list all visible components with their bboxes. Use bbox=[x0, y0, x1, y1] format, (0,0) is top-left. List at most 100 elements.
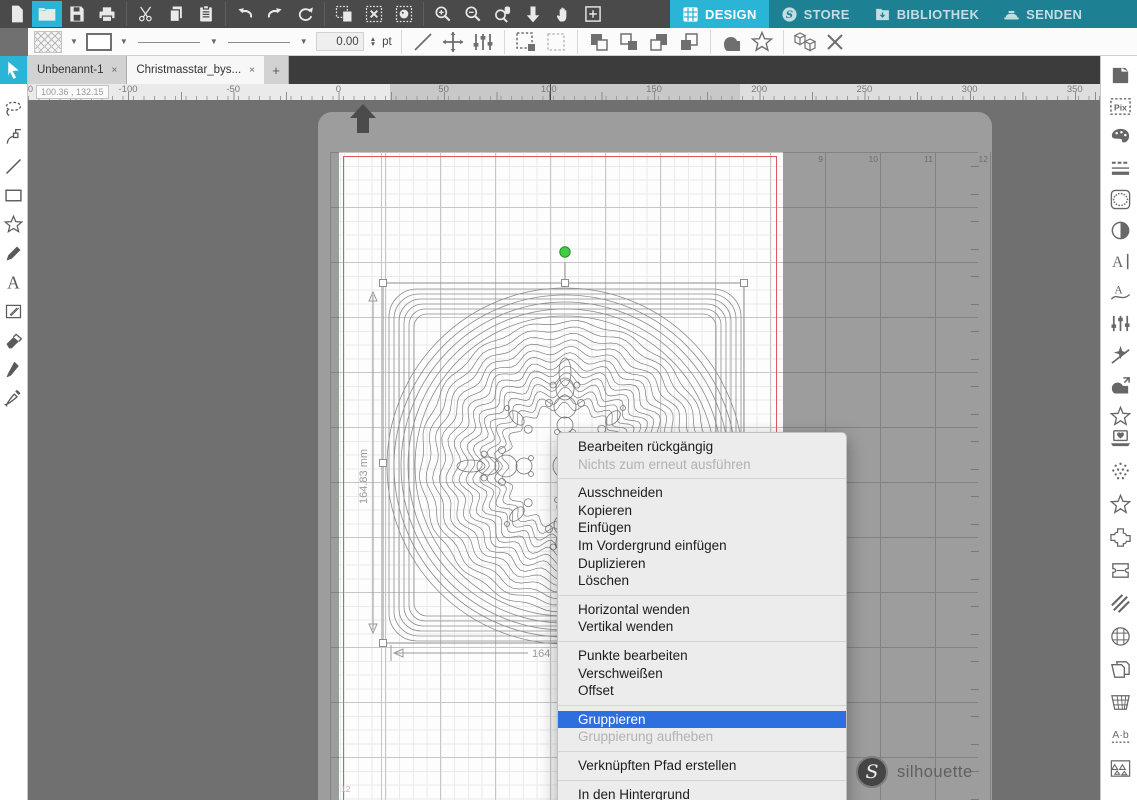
stroke-swatch[interactable] bbox=[86, 33, 112, 51]
nav-tab-design[interactable]: DESIGN bbox=[670, 0, 769, 28]
clipboard-button[interactable] bbox=[191, 1, 221, 27]
line-styles-panel-button[interactable] bbox=[1107, 155, 1133, 181]
menu-item-offset[interactable]: Offset bbox=[558, 682, 846, 700]
recolor-sel-button[interactable] bbox=[389, 1, 419, 27]
eraser-tool[interactable] bbox=[0, 326, 27, 354]
nav-tab-store[interactable]: S STORE bbox=[769, 0, 862, 28]
scissors-button[interactable] bbox=[131, 1, 161, 27]
hatch-panel-button[interactable] bbox=[1107, 590, 1133, 616]
menu-item-einf-gen[interactable]: Einfügen bbox=[558, 519, 846, 537]
fit-page-button[interactable] bbox=[578, 1, 608, 27]
group-boxes-icon[interactable] bbox=[793, 30, 817, 54]
weld-icon[interactable] bbox=[720, 30, 744, 54]
nest-panel-button[interactable] bbox=[1107, 755, 1133, 781]
paste-sel-button[interactable] bbox=[329, 1, 359, 27]
glyphs-panel-button[interactable]: A·b bbox=[1107, 722, 1133, 748]
hand-button[interactable] bbox=[548, 1, 578, 27]
nav-tab-senden[interactable]: SENDEN bbox=[991, 0, 1094, 28]
puzzle-panel-button[interactable] bbox=[1107, 524, 1133, 550]
send-to-back-icon[interactable] bbox=[677, 30, 701, 54]
stroke-width-input[interactable]: 0.00 bbox=[316, 32, 364, 51]
pencil-tool[interactable] bbox=[0, 239, 27, 267]
fill-swatch[interactable] bbox=[34, 31, 62, 53]
pixscan-panel-button[interactable]: Pix bbox=[1107, 93, 1133, 119]
refresh-button[interactable] bbox=[290, 1, 320, 27]
close-tab-icon[interactable]: × bbox=[112, 65, 118, 76]
offset-shape-panel-button[interactable] bbox=[1107, 372, 1133, 398]
selection-handle[interactable] bbox=[380, 460, 387, 467]
close-tab-icon[interactable]: × bbox=[249, 65, 255, 76]
node-tool[interactable] bbox=[0, 123, 27, 151]
delete-sel-button[interactable] bbox=[359, 1, 389, 27]
menu-item-verkn-pften-pfad-erstellen[interactable]: Verknüpften Pfad erstellen bbox=[558, 757, 846, 775]
menu-item-kopieren[interactable]: Kopieren bbox=[558, 502, 846, 520]
star-shape-icon[interactable] bbox=[750, 30, 774, 54]
menu-item-ausschneiden[interactable]: Ausschneiden bbox=[558, 484, 846, 502]
selection-handle[interactable] bbox=[380, 640, 387, 647]
move-tool-icon[interactable] bbox=[441, 30, 465, 54]
menu-item-duplizieren[interactable]: Duplizieren bbox=[558, 555, 846, 573]
pages-panel-button[interactable] bbox=[1107, 656, 1133, 682]
new-tab-button[interactable]: + bbox=[264, 56, 289, 84]
contrast-panel-button[interactable] bbox=[1107, 217, 1133, 243]
line-style-sample[interactable] bbox=[136, 35, 202, 49]
menu-item-punkte-bearbeiten[interactable]: Punkte bearbeiten bbox=[558, 647, 846, 665]
rotation-handle[interactable] bbox=[560, 247, 570, 257]
laptop-heart-panel-button[interactable] bbox=[1107, 425, 1133, 451]
transform-sliders-icon[interactable] bbox=[471, 30, 495, 54]
star-panel-button[interactable] bbox=[1107, 491, 1133, 517]
palette-panel-button[interactable] bbox=[1107, 124, 1133, 150]
selection-handle[interactable] bbox=[380, 280, 387, 287]
redo-button[interactable] bbox=[260, 1, 290, 27]
stamp-panel-button[interactable] bbox=[1107, 557, 1133, 583]
zoom-out-button[interactable] bbox=[458, 1, 488, 27]
note-tool[interactable] bbox=[0, 297, 27, 325]
save-button[interactable] bbox=[62, 1, 92, 27]
fill-dropdown-caret[interactable]: ▼ bbox=[68, 37, 80, 46]
select-tool[interactable] bbox=[0, 56, 27, 84]
rect-tool[interactable] bbox=[0, 181, 27, 209]
line-weight-sample[interactable] bbox=[226, 35, 292, 49]
menu-item-vertikal-wenden[interactable]: Vertikal wenden bbox=[558, 618, 846, 636]
dropper-tool[interactable] bbox=[0, 384, 27, 412]
line-tool[interactable] bbox=[0, 152, 27, 180]
send-backward-icon[interactable] bbox=[617, 30, 641, 54]
line-weight-caret[interactable]: ▼ bbox=[298, 37, 310, 46]
selection-handle[interactable] bbox=[562, 280, 569, 287]
undo-button[interactable] bbox=[230, 1, 260, 27]
text-path-panel-button[interactable]: A bbox=[1107, 279, 1133, 305]
knife-tool[interactable] bbox=[0, 355, 27, 383]
doc-button[interactable] bbox=[2, 1, 32, 27]
menu-item-im-vordergrund-einf-gen[interactable]: Im Vordergrund einfügen bbox=[558, 537, 846, 555]
zoom-in-button[interactable] bbox=[428, 1, 458, 27]
text-spacing-panel-button[interactable]: A bbox=[1107, 248, 1133, 274]
star-tool[interactable] bbox=[0, 210, 27, 238]
stroke-width-stepper[interactable]: ▲▼ bbox=[370, 37, 376, 47]
arrow-down-button[interactable] bbox=[518, 1, 548, 27]
tab-christmasstar[interactable]: Christmasstar_bys... × bbox=[127, 56, 264, 84]
sliders-panel-button[interactable] bbox=[1107, 310, 1133, 336]
menu-item-verschwei-en[interactable]: Verschweißen bbox=[558, 665, 846, 683]
menu-item-gruppieren[interactable]: Gruppieren bbox=[558, 711, 846, 729]
trace-magic-panel-button[interactable] bbox=[1107, 341, 1133, 367]
menu-item-l-schen[interactable]: Löschen bbox=[558, 572, 846, 590]
globe-panel-button[interactable] bbox=[1107, 623, 1133, 649]
copy-button[interactable] bbox=[161, 1, 191, 27]
trace-frame-panel-button[interactable] bbox=[1107, 186, 1133, 212]
selection-handle[interactable] bbox=[741, 280, 748, 287]
select-all-icon[interactable] bbox=[514, 30, 538, 54]
delete-x-icon[interactable] bbox=[823, 30, 847, 54]
line-style-caret[interactable]: ▼ bbox=[208, 37, 220, 46]
menu-item-horizontal-wenden[interactable]: Horizontal wenden bbox=[558, 601, 846, 619]
text-tool[interactable]: A bbox=[0, 268, 27, 296]
line-tool-icon[interactable] bbox=[411, 30, 435, 54]
stipple-panel-button[interactable] bbox=[1107, 458, 1133, 484]
menu-item-in-den-hintergrund[interactable]: In den Hintergrund bbox=[558, 786, 846, 800]
deselect-icon[interactable] bbox=[544, 30, 568, 54]
print-button[interactable] bbox=[92, 1, 122, 27]
bring-to-front-icon[interactable] bbox=[647, 30, 671, 54]
warp-panel-button[interactable] bbox=[1107, 689, 1133, 715]
fill-page-panel-button[interactable] bbox=[1107, 62, 1133, 88]
bring-forward-icon[interactable] bbox=[587, 30, 611, 54]
menu-item-bearbeiten-r-ckg-ngig[interactable]: Bearbeiten rückgängig bbox=[558, 438, 846, 456]
